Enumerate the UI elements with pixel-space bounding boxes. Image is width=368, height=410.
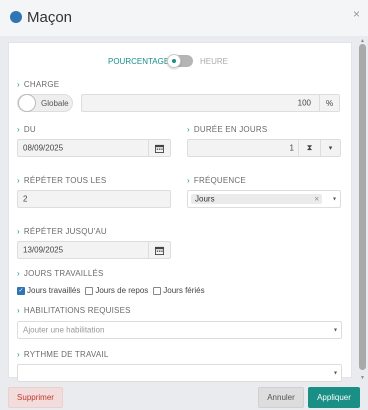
chevron-right-icon: ›: [17, 269, 20, 278]
chevron-right-icon: ›: [17, 125, 20, 134]
jours-travailles-label: › JOURS TRAVAILLÉS: [17, 269, 104, 278]
chevron-right-icon: ›: [187, 176, 190, 185]
frequence-value: Jours: [195, 194, 215, 204]
charge-input[interactable]: 100 %: [81, 94, 340, 112]
repeter-tous-input[interactable]: 2: [17, 190, 171, 208]
frequence-select[interactable]: Jours × ▾: [187, 190, 341, 208]
title-dot-icon: [10, 11, 22, 23]
du-date-input[interactable]: 08/09/2025: [17, 139, 171, 157]
globale-switch-knob: [18, 94, 36, 112]
chevron-right-icon: ›: [17, 306, 20, 315]
habilitations-label: › HABILITATIONS REQUISES: [17, 306, 131, 315]
calendar-icon[interactable]: [148, 242, 170, 258]
frequence-tag: Jours ×: [191, 194, 322, 204]
chevron-down-icon[interactable]: ▾: [334, 327, 337, 334]
clear-icon[interactable]: ×: [314, 195, 319, 204]
rythme-select[interactable]: ▾: [17, 364, 342, 382]
apply-button[interactable]: Appliquer: [308, 387, 360, 408]
checkbox-icon[interactable]: [85, 286, 94, 295]
scrollbar-thumb[interactable]: [359, 44, 366, 370]
checkbox-jours-travailles[interactable]: ✓ Jours travaillés: [17, 286, 80, 295]
habilitations-select[interactable]: Ajouter une habilitation ▾: [17, 321, 342, 339]
chevron-right-icon: ›: [17, 350, 20, 359]
percent-addon: %: [319, 95, 339, 111]
globale-switch-label: Globale: [41, 99, 69, 108]
delete-button[interactable]: Supprimer: [8, 387, 63, 408]
repeter-jusqu-label: › RÉPÉTER JUSQU'AU: [17, 227, 107, 236]
checkbox-jours-feries[interactable]: Jours fériés: [153, 286, 205, 295]
toggle-heure-label[interactable]: HEURE: [200, 57, 228, 66]
repeter-jusqu-date-input[interactable]: 13/09/2025: [17, 241, 171, 259]
globale-switch[interactable]: Globale: [17, 94, 73, 112]
chevron-right-icon: ›: [17, 227, 20, 236]
calendar-icon[interactable]: [148, 140, 170, 156]
rythme-label: › RYTHME DE TRAVAIL: [17, 350, 109, 359]
chevron-right-icon: ›: [17, 80, 20, 89]
chevron-down-icon[interactable]: ▾: [320, 140, 340, 156]
frequence-label: › FRÉQUENCE: [187, 176, 246, 185]
checkbox-checked-icon[interactable]: ✓: [17, 286, 25, 295]
chevron-down-icon[interactable]: ▾: [333, 196, 336, 203]
repeter-tous-value: 2: [23, 194, 28, 204]
dialog-header: Maçon ×: [0, 0, 368, 36]
duree-label: › DURÉE EN JOURS: [187, 125, 268, 134]
unit-toggle-switch[interactable]: [167, 54, 193, 68]
duree-value: 1: [289, 143, 294, 153]
charge-value: 100: [297, 98, 311, 108]
close-icon[interactable]: ×: [353, 7, 360, 21]
chevron-right-icon: ›: [187, 125, 190, 134]
checkbox-icon[interactable]: [153, 286, 162, 295]
toggle-pourcentage-label[interactable]: POURCENTAGE: [108, 57, 169, 66]
habilitations-placeholder: Ajouter une habilitation: [23, 325, 105, 335]
chevron-down-icon[interactable]: ▾: [334, 370, 337, 377]
dialog-title: Maçon: [27, 9, 73, 26]
repeter-jusqu-value: 13/09/2025: [23, 245, 64, 255]
du-date-value: 08/09/2025: [23, 143, 64, 153]
scroll-down-icon[interactable]: ▼: [360, 375, 365, 381]
du-label: › DU: [17, 125, 36, 134]
charge-label: › CHARGE: [17, 80, 60, 89]
hourglass-icon[interactable]: ⧗: [298, 140, 320, 156]
duree-input[interactable]: 1 ⧗ ▾: [187, 139, 341, 157]
checkbox-jours-repos[interactable]: Jours de repos: [85, 286, 148, 295]
cancel-button[interactable]: Annuler: [258, 387, 304, 408]
chevron-right-icon: ›: [17, 176, 20, 185]
jours-checkbox-group: ✓ Jours travaillés Jours de repos Jours f…: [17, 286, 210, 295]
switch-knob: [167, 54, 181, 68]
repeter-tous-label: › RÉPÉTER TOUS LES: [17, 176, 107, 185]
